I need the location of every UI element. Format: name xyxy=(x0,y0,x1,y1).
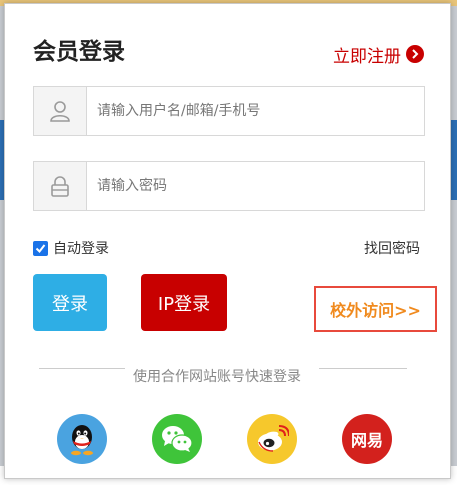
auto-login-label: 自动登录 xyxy=(53,241,109,257)
checkbox-checked-icon[interactable] xyxy=(33,240,48,256)
password-input[interactable] xyxy=(87,162,424,210)
register-link[interactable]: 立即注册 xyxy=(333,43,424,67)
login-modal: 会员登录 立即注册 自动登录 找回密码 登 xyxy=(4,3,451,479)
weibo-icon xyxy=(258,425,289,452)
qq-icon xyxy=(71,425,93,456)
ip-login-button[interactable]: IP登录 xyxy=(141,274,227,331)
chevron-right-icon xyxy=(406,45,424,63)
qq-login-button[interactable] xyxy=(57,414,107,464)
modal-title: 会员登录 xyxy=(33,39,125,65)
auto-login-checkbox[interactable]: 自动登录 xyxy=(33,238,109,258)
wechat-icon xyxy=(162,426,193,452)
forgot-password-link[interactable]: 找回密码 xyxy=(364,238,420,258)
lock-icon xyxy=(34,162,87,210)
login-button[interactable]: 登录 xyxy=(33,274,107,331)
username-row xyxy=(33,86,425,136)
campus-access-button[interactable]: 校外访问>> xyxy=(314,286,437,332)
partner-login-text: 使用合作网站账号快速登录 xyxy=(133,369,301,385)
weibo-login-button[interactable] xyxy=(247,414,297,464)
divider-right xyxy=(319,368,407,369)
netease-icon: 网易 xyxy=(350,431,383,450)
username-input[interactable] xyxy=(87,87,424,135)
netease-login-button[interactable]: 网易 xyxy=(342,414,392,464)
password-row xyxy=(33,161,425,211)
wechat-login-button[interactable] xyxy=(152,414,202,464)
divider-left xyxy=(39,368,125,369)
background-nav-right xyxy=(451,120,457,200)
user-icon xyxy=(34,87,87,135)
register-label: 立即注册 xyxy=(333,46,401,67)
